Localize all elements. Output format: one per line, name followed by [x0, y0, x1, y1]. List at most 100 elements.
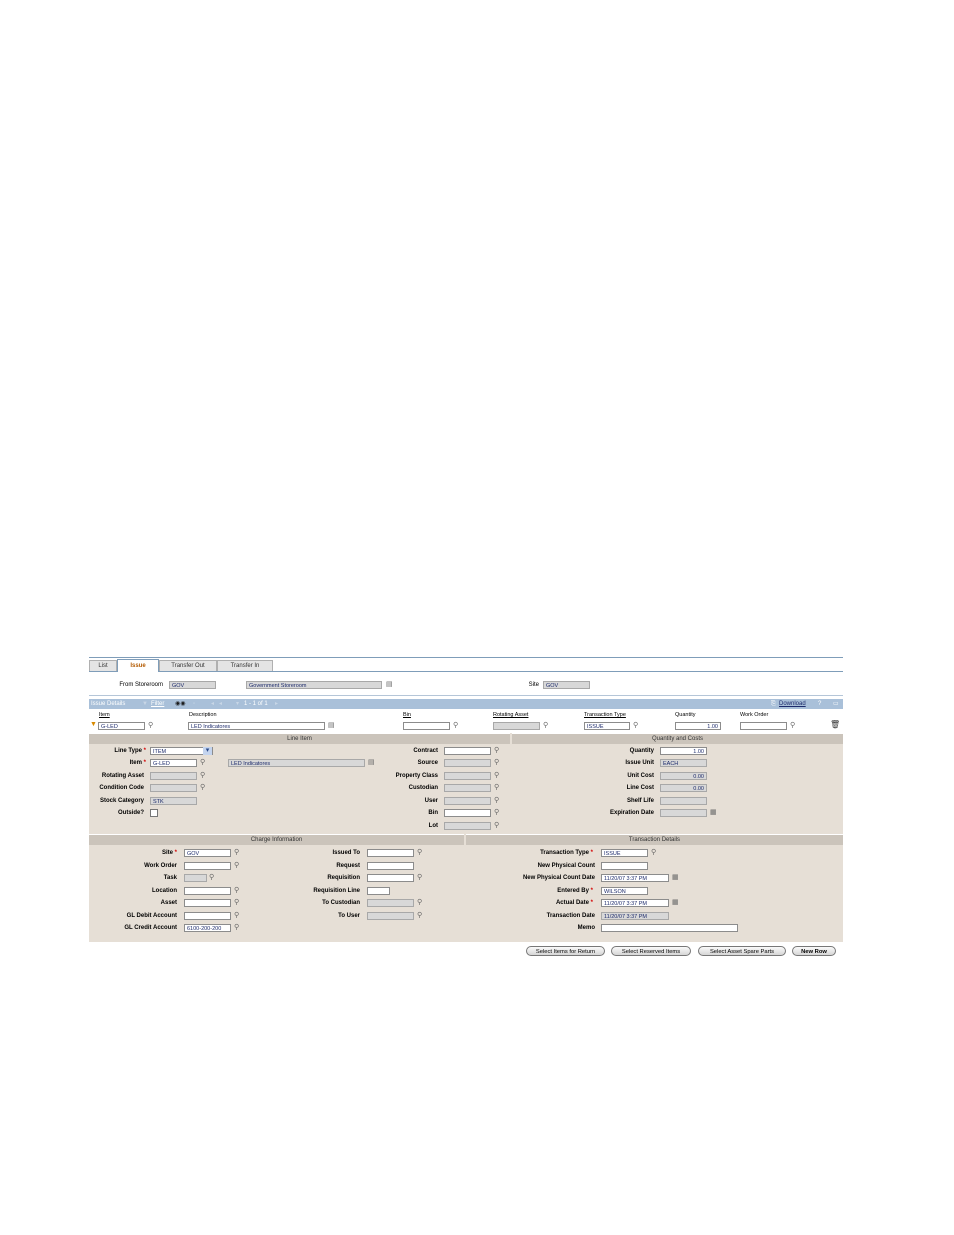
row-rotating-asset-detail-icon[interactable]: ⚲ [543, 722, 548, 730]
tab-list[interactable]: List [89, 660, 117, 671]
memo-field[interactable] [601, 924, 738, 932]
work-order-field[interactable] [184, 862, 231, 870]
first-page-icon[interactable]: ◂ [211, 699, 214, 709]
requisition-line-field[interactable] [367, 887, 390, 895]
column-header-bin[interactable]: Bin [403, 712, 411, 718]
row-rotating-asset-field[interactable] [493, 722, 540, 730]
row-item-field[interactable]: G-LED [98, 722, 145, 730]
line-cost-field[interactable]: 0.00 [660, 784, 707, 792]
user-detail-icon[interactable]: ⚲ [494, 797, 499, 805]
rotating-asset-detail-icon[interactable]: ⚲ [200, 772, 205, 780]
funnel-icon[interactable]: ▼ [142, 699, 148, 709]
column-header-transaction-type[interactable]: Transaction Type [584, 712, 626, 718]
location-detail-icon[interactable]: ⚲ [234, 887, 239, 895]
unit-cost-field[interactable]: 0.00 [660, 772, 707, 780]
contract-field[interactable] [444, 747, 491, 755]
issued-to-field[interactable] [367, 849, 414, 857]
next-page-icon[interactable]: ▸ [275, 699, 278, 709]
property-class-field[interactable] [444, 772, 491, 780]
gl-debit-lookup-icon[interactable]: ⚲ [234, 912, 239, 920]
download-icon[interactable]: ⎘ [771, 699, 776, 709]
expiration-date-field[interactable] [660, 809, 707, 817]
binoculars-icon[interactable]: ◉◉ [175, 699, 185, 709]
shelf-life-field[interactable] [660, 797, 707, 805]
user-field[interactable] [444, 797, 491, 805]
to-user-detail-icon[interactable]: ⚲ [417, 912, 422, 920]
row-work-order-detail-icon[interactable]: ⚲ [790, 722, 795, 730]
location-field[interactable] [184, 887, 231, 895]
to-custodian-field[interactable] [367, 899, 414, 907]
clear-filter-icon[interactable]: ▫ [193, 699, 195, 709]
source-lookup-icon[interactable]: ⚲ [494, 759, 499, 767]
bin-lookup-icon[interactable]: ⚲ [494, 809, 499, 817]
dropdown-icon[interactable]: ▾ [236, 699, 239, 709]
contract-detail-icon[interactable]: ⚲ [494, 747, 499, 755]
row-transaction-type-field[interactable]: ISSUE [584, 722, 630, 730]
quantity-field[interactable]: 1.00 [660, 747, 707, 755]
row-quantity-field[interactable]: 1.00 [675, 722, 721, 730]
transaction-date-field[interactable]: 11/20/07 3:37 PM [601, 912, 669, 920]
requisition-detail-icon[interactable]: ⚲ [417, 874, 422, 882]
lot-field[interactable] [444, 822, 491, 830]
long-description-icon[interactable]: ▤ [386, 681, 393, 689]
property-class-lookup-icon[interactable]: ⚲ [494, 772, 499, 780]
help-icon[interactable]: ? [818, 699, 821, 709]
download-link[interactable]: Download [779, 699, 806, 709]
to-custodian-detail-icon[interactable]: ⚲ [417, 899, 422, 907]
custodian-detail-icon[interactable]: ⚲ [494, 784, 499, 792]
request-field[interactable] [367, 862, 414, 870]
bin-field[interactable] [444, 809, 491, 817]
gl-debit-field[interactable] [184, 912, 231, 920]
charge-site-field[interactable]: GOV [184, 849, 231, 857]
filter-link[interactable]: Filter [151, 699, 164, 709]
new-row-button[interactable]: New Row [792, 946, 836, 956]
site-field[interactable]: GOV [543, 681, 590, 689]
source-field[interactable] [444, 759, 491, 767]
previous-page-icon[interactable]: ◂ [219, 699, 222, 709]
tab-transfer-in[interactable]: Transfer In [217, 660, 273, 671]
chevron-down-icon[interactable]: ▾ [203, 747, 212, 755]
task-lookup-icon[interactable]: ⚲ [209, 874, 214, 882]
outside-checkbox[interactable] [150, 809, 158, 817]
custodian-field[interactable] [444, 784, 491, 792]
issued-to-detail-icon[interactable]: ⚲ [417, 849, 422, 857]
select-items-for-return-button[interactable]: Select Items for Return [526, 946, 605, 956]
storeroom-description-field[interactable]: Government Storeroom [246, 681, 382, 689]
calendar-icon[interactable]: ▦ [710, 809, 717, 817]
from-storeroom-field[interactable]: GOV [169, 681, 216, 689]
asset-detail-icon[interactable]: ⚲ [234, 899, 239, 907]
requisition-field[interactable] [367, 874, 414, 882]
lot-lookup-icon[interactable]: ⚲ [494, 822, 499, 830]
transaction-type-lookup-icon[interactable]: ⚲ [651, 849, 656, 857]
trash-icon[interactable]: 🗑 [830, 721, 840, 729]
row-long-description-icon[interactable]: ▤ [328, 722, 335, 730]
row-work-order-field[interactable] [740, 722, 787, 730]
gl-credit-lookup-icon[interactable]: ⚲ [234, 924, 239, 932]
transaction-type-field[interactable]: ISSUE [601, 849, 648, 857]
charge-site-lookup-icon[interactable]: ⚲ [234, 849, 239, 857]
issue-unit-field[interactable]: EACH [660, 759, 707, 767]
row-bin-lookup-icon[interactable]: ⚲ [453, 722, 458, 730]
item-detail-icon[interactable]: ⚲ [200, 759, 205, 767]
row-description-field[interactable]: LED Indicatores [188, 722, 325, 730]
select-asset-spare-parts-button[interactable]: Select Asset Spare Parts [698, 946, 786, 956]
item-description-field[interactable]: LED Indicatores [228, 759, 365, 767]
gl-credit-field[interactable]: 6100-200-200 [184, 924, 231, 932]
tab-transfer-out[interactable]: Transfer Out [159, 660, 217, 671]
column-header-rotating-asset[interactable]: Rotating Asset [493, 712, 528, 718]
column-header-item[interactable]: Item [99, 712, 110, 718]
item-field[interactable]: G-LED [150, 759, 197, 767]
entered-by-field[interactable]: WILSON [601, 887, 648, 895]
row-bin-field[interactable] [403, 722, 450, 730]
maximize-icon[interactable]: ▭ [833, 699, 839, 709]
actual-date-picker-icon[interactable]: ▦ [672, 899, 679, 907]
row-transaction-type-lookup-icon[interactable]: ⚲ [633, 722, 638, 730]
row-item-detail-icon[interactable]: ⚲ [148, 722, 153, 730]
work-order-detail-icon[interactable]: ⚲ [234, 862, 239, 870]
to-user-field[interactable] [367, 912, 414, 920]
date-picker-icon[interactable]: ▦ [672, 874, 679, 882]
condition-code-lookup-icon[interactable]: ⚲ [200, 784, 205, 792]
actual-date-field[interactable]: 11/20/07 3:37 PM [601, 899, 669, 907]
row-expand-icon[interactable]: ▼ [90, 721, 97, 729]
rotating-asset-field[interactable] [150, 772, 197, 780]
